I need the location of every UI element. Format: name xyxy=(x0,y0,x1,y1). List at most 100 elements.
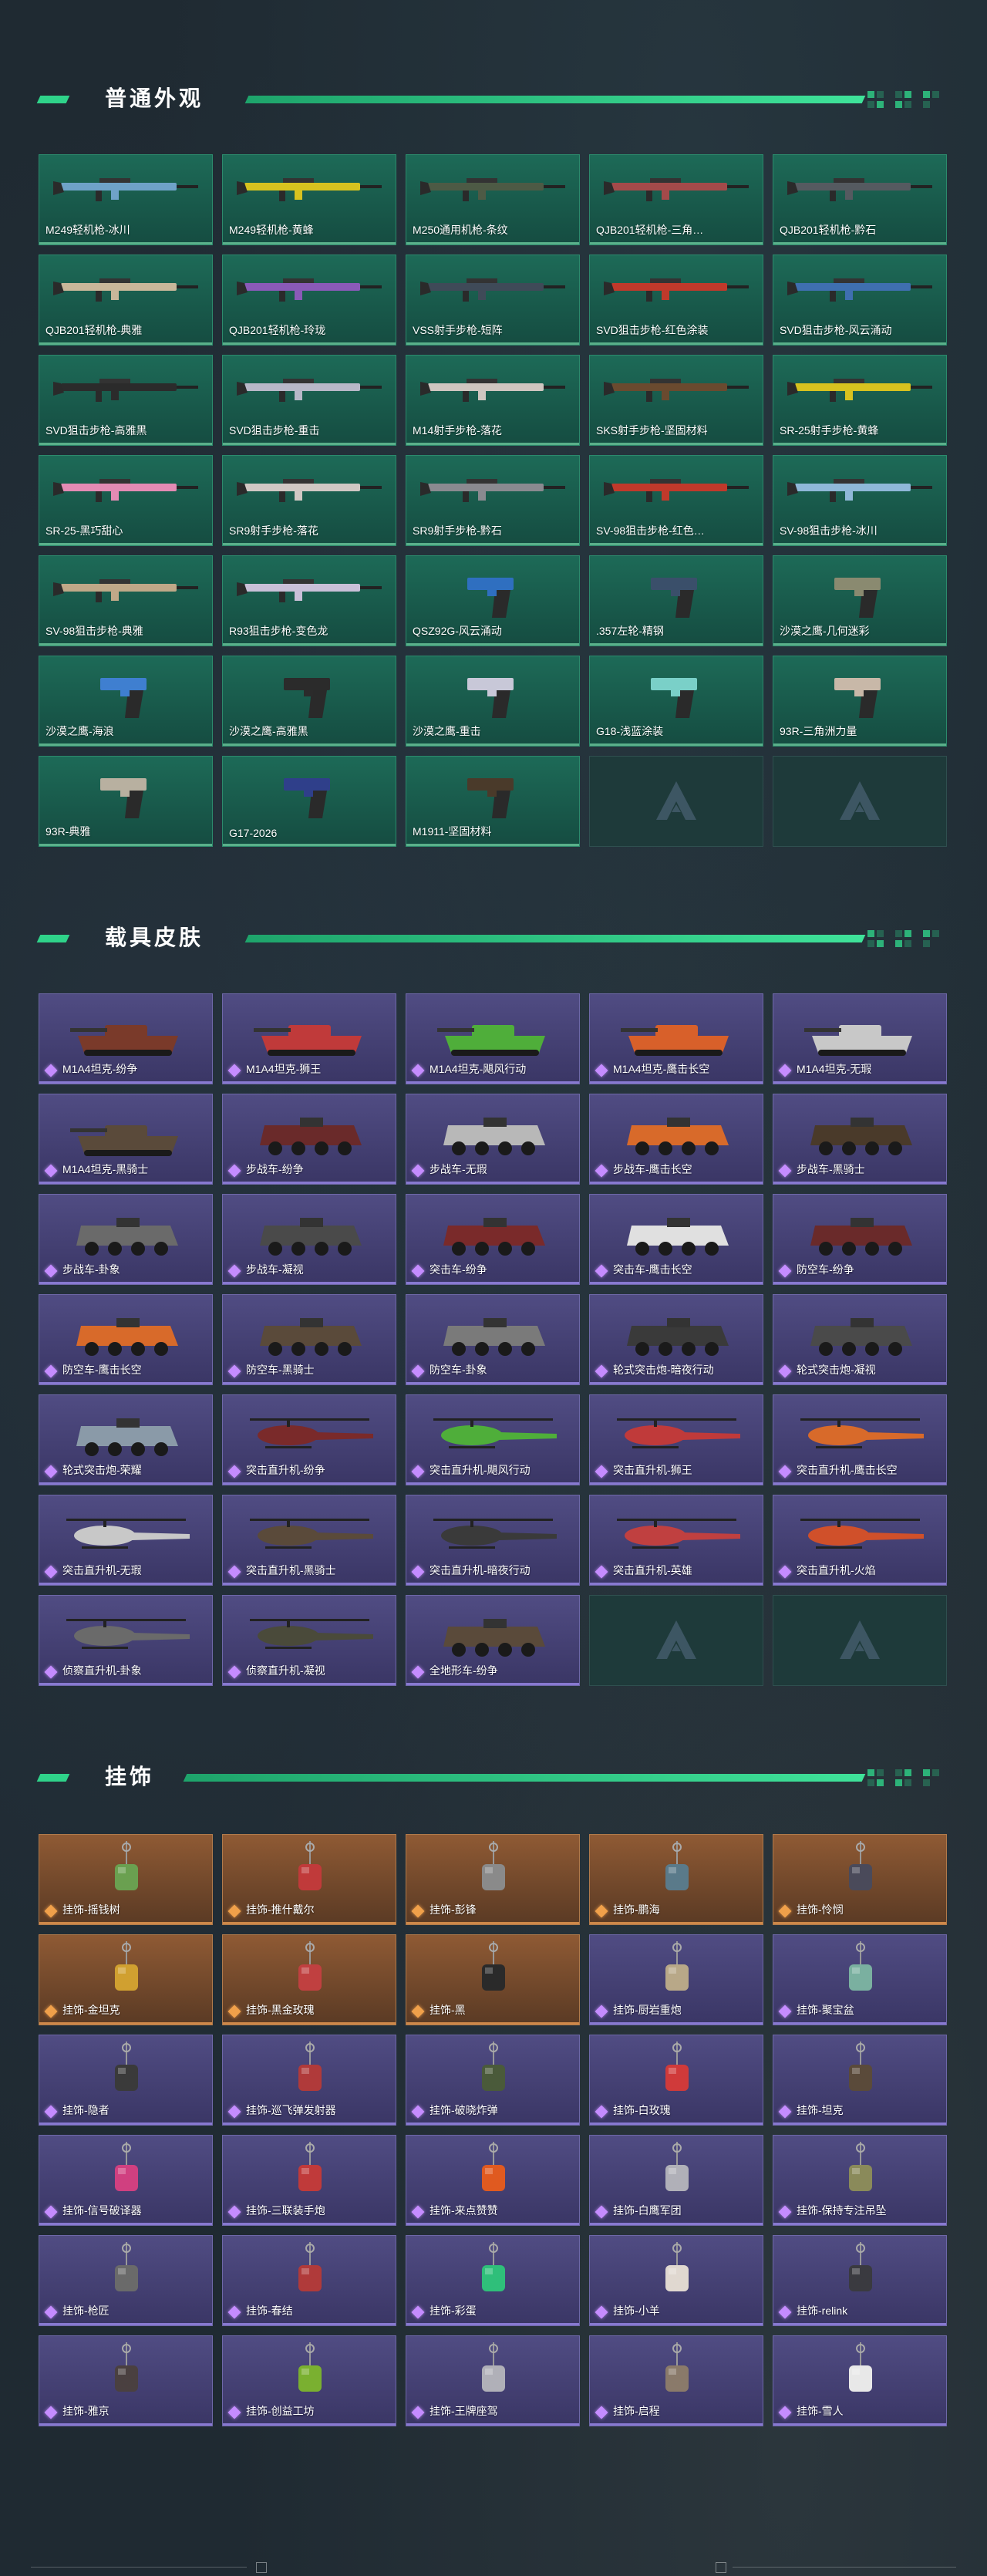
item-card[interactable]: 挂饰-推什戴尔 xyxy=(222,1834,396,1925)
item-card[interactable]: 突击直升机-暗夜行动 xyxy=(406,1495,580,1586)
item-card[interactable]: M14射手步枪-落花 xyxy=(406,355,580,446)
item-card[interactable]: 轮式突击炮-荣耀 xyxy=(39,1394,213,1485)
item-card[interactable]: M1A4坦克-黑骑士 xyxy=(39,1094,213,1185)
item-card[interactable]: M249轻机枪-冰川 xyxy=(39,154,213,245)
item-card[interactable]: SVD狙击步枪-重击 xyxy=(222,355,396,446)
item-card[interactable]: 挂饰-怜悯 xyxy=(773,1834,947,1925)
item-card[interactable]: 挂饰-鹏海 xyxy=(589,1834,763,1925)
item-card[interactable]: 突击直升机-英雄 xyxy=(589,1495,763,1586)
item-card[interactable]: 突击直升机-火焰 xyxy=(773,1495,947,1586)
item-card[interactable]: SR-25射手步枪-黄蜂 xyxy=(773,355,947,446)
item-card[interactable]: 挂饰-relink xyxy=(773,2235,947,2326)
item-card[interactable]: 突击直升机-无瑕 xyxy=(39,1495,213,1586)
item-card[interactable]: 沙漠之鹰-高雅黑 xyxy=(222,656,396,747)
item-card[interactable]: QJB201轻机枪-黔石 xyxy=(773,154,947,245)
item-card[interactable]: M1A4坦克-无瑕 xyxy=(773,993,947,1084)
item-card[interactable]: SV-98狙击步枪-红色… xyxy=(589,455,763,546)
item-card[interactable]: 突击车-纷争 xyxy=(406,1194,580,1285)
item-card[interactable]: 挂饰-雅京 xyxy=(39,2335,213,2426)
item-card[interactable]: SVD狙击步枪-红色涂装 xyxy=(589,255,763,346)
item-card[interactable]: SKS射手步枪-坚固材料 xyxy=(589,355,763,446)
item-card[interactable]: 防空车-黑骑士 xyxy=(222,1294,396,1385)
item-card[interactable]: SV-98狙击步枪-典雅 xyxy=(39,555,213,646)
item-card[interactable]: 步战车-卦象 xyxy=(39,1194,213,1285)
item-card[interactable]: 突击直升机-飓风行动 xyxy=(406,1394,580,1485)
item-card[interactable]: 挂饰-启程 xyxy=(589,2335,763,2426)
item-card[interactable]: R93狙击步枪-变色龙 xyxy=(222,555,396,646)
item-card[interactable]: 步战车-黑骑士 xyxy=(773,1094,947,1185)
item-card[interactable]: M1A4坦克-飓风行动 xyxy=(406,993,580,1084)
item-card[interactable]: 93R-典雅 xyxy=(39,756,213,847)
item-card[interactable]: 轮式突击炮-凝视 xyxy=(773,1294,947,1385)
item-card[interactable]: 防空车-鹰击长空 xyxy=(39,1294,213,1385)
item-card[interactable]: M250通用机枪-条纹 xyxy=(406,154,580,245)
item-card[interactable]: 突击车-鹰击长空 xyxy=(589,1194,763,1285)
item-card[interactable]: SR9射手步枪-黔石 xyxy=(406,455,580,546)
item-card[interactable]: SV-98狙击步枪-冰川 xyxy=(773,455,947,546)
rifle-icon xyxy=(787,479,932,502)
item-card[interactable]: G17-2026 xyxy=(222,756,396,847)
item-card[interactable]: QSZ92G-风云涌动 xyxy=(406,555,580,646)
item-card[interactable]: 挂饰-创益工坊 xyxy=(222,2335,396,2426)
item-card[interactable]: M1A4坦克-鹰击长空 xyxy=(589,993,763,1084)
item-card[interactable]: 挂饰-金坦克 xyxy=(39,1934,213,2025)
item-name: SR-25射手步枪-黄蜂 xyxy=(780,424,879,437)
vehicle-icon xyxy=(260,1318,362,1356)
item-card[interactable]: 挂饰-白玫瑰 xyxy=(589,2035,763,2126)
item-card[interactable]: 全地形车-纷争 xyxy=(406,1595,580,1686)
item-card[interactable]: 侦察直升机-卦象 xyxy=(39,1595,213,1686)
item-card[interactable]: 挂饰-王牌座驾 xyxy=(406,2335,580,2426)
item-card[interactable]: 挂饰-白鹰军团 xyxy=(589,2135,763,2226)
item-card[interactable]: 沙漠之鹰-重击 xyxy=(406,656,580,747)
item-card[interactable]: 挂饰-三联装手炮 xyxy=(222,2135,396,2226)
item-card[interactable]: M1A4坦克-狮王 xyxy=(222,993,396,1084)
item-card[interactable]: 沙漠之鹰-海浪 xyxy=(39,656,213,747)
item-card[interactable]: 挂饰-保持专注吊坠 xyxy=(773,2135,947,2226)
item-card[interactable]: 挂饰-坦克 xyxy=(773,2035,947,2126)
item-card[interactable]: QJB201轻机枪-玲珑 xyxy=(222,255,396,346)
item-card[interactable]: SVD狙击步枪-风云涌动 xyxy=(773,255,947,346)
item-card[interactable]: 挂饰-信号破译器 xyxy=(39,2135,213,2226)
item-card[interactable]: M1A4坦克-纷争 xyxy=(39,993,213,1084)
item-card[interactable]: 步战车-凝视 xyxy=(222,1194,396,1285)
rarity-diamond-icon xyxy=(44,1465,58,1479)
item-card[interactable]: 防空车-纷争 xyxy=(773,1194,947,1285)
item-card[interactable]: 挂饰-小羊 xyxy=(589,2235,763,2326)
item-card[interactable]: 侦察直升机-凝视 xyxy=(222,1595,396,1686)
item-card[interactable]: 挂饰-彩蛋 xyxy=(406,2235,580,2326)
item-card[interactable]: 93R-三角洲力量 xyxy=(773,656,947,747)
item-card[interactable]: M249轻机枪-黄蜂 xyxy=(222,154,396,245)
item-card[interactable]: 挂饰-破晓炸弹 xyxy=(406,2035,580,2126)
item-card[interactable]: M1911-坚固材料 xyxy=(406,756,580,847)
item-card[interactable]: 挂饰-厨岩重炮 xyxy=(589,1934,763,2025)
item-card[interactable]: 突击直升机-纷争 xyxy=(222,1394,396,1485)
item-card[interactable]: 挂饰-春结 xyxy=(222,2235,396,2326)
item-card[interactable]: SVD狙击步枪-高雅黑 xyxy=(39,355,213,446)
item-card[interactable]: QJB201轻机枪-典雅 xyxy=(39,255,213,346)
item-card[interactable]: SR9射手步枪-落花 xyxy=(222,455,396,546)
item-card[interactable]: 挂饰-聚宝盆 xyxy=(773,1934,947,2025)
item-card[interactable]: 挂饰-雪人 xyxy=(773,2335,947,2426)
item-card[interactable]: 挂饰-巡飞弹发射器 xyxy=(222,2035,396,2126)
item-card[interactable]: 挂饰-彭锋 xyxy=(406,1834,580,1925)
item-card[interactable]: 挂饰-摇钱树 xyxy=(39,1834,213,1925)
item-card[interactable]: .357左轮-精钢 xyxy=(589,555,763,646)
item-card[interactable]: 挂饰-枪匠 xyxy=(39,2235,213,2326)
item-card[interactable]: 突击直升机-黑骑士 xyxy=(222,1495,396,1586)
item-card[interactable]: 步战车-纷争 xyxy=(222,1094,396,1185)
item-card[interactable]: SR-25-黑巧甜心 xyxy=(39,455,213,546)
item-card[interactable]: 挂饰-来点赞赞 xyxy=(406,2135,580,2226)
item-card[interactable]: 突击直升机-狮王 xyxy=(589,1394,763,1485)
item-card[interactable]: 步战车-无瑕 xyxy=(406,1094,580,1185)
item-card[interactable]: 步战车-鹰击长空 xyxy=(589,1094,763,1185)
item-card[interactable]: 防空车-卦象 xyxy=(406,1294,580,1385)
item-card[interactable]: 突击直升机-鹰击长空 xyxy=(773,1394,947,1485)
item-card[interactable]: 挂饰-黑 xyxy=(406,1934,580,2025)
item-card[interactable]: 挂饰-黑金玫瑰 xyxy=(222,1934,396,2025)
item-card[interactable]: 挂饰-隐者 xyxy=(39,2035,213,2126)
item-card[interactable]: 沙漠之鹰-几何迷彩 xyxy=(773,555,947,646)
item-card[interactable]: QJB201轻机枪-三角… xyxy=(589,154,763,245)
item-card[interactable]: G18-浅蓝涂装 xyxy=(589,656,763,747)
item-card[interactable]: 轮式突击炮-暗夜行动 xyxy=(589,1294,763,1385)
item-card[interactable]: VSS射手步枪-短阵 xyxy=(406,255,580,346)
